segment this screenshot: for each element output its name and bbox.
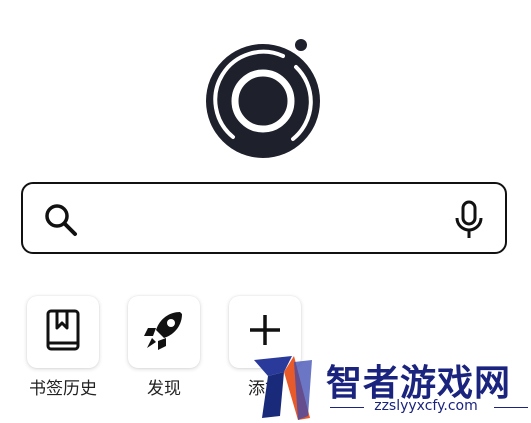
watermark-divider	[494, 407, 528, 408]
shortcut-label: 发现	[147, 379, 181, 399]
shortcut-tile[interactable]	[128, 296, 200, 368]
search-bar[interactable]	[21, 182, 507, 254]
watermark-url: zzslyyxcfy.com	[374, 398, 478, 414]
shortcut-tile[interactable]	[27, 296, 99, 368]
bookmark-icon	[45, 308, 81, 356]
search-input[interactable]	[89, 198, 453, 242]
watermark-logo-icon	[254, 356, 312, 420]
app-logo	[205, 38, 327, 160]
watermark: 智者游戏网 zzslyyxcfy.com	[250, 350, 531, 421]
microphone-icon[interactable]	[453, 200, 485, 240]
plus-icon	[248, 313, 282, 351]
search-icon[interactable]	[43, 202, 79, 238]
shortcut-bookmarks-history[interactable]: 书签历史	[13, 296, 113, 399]
shortcut-label: 书签历史	[29, 379, 97, 399]
shortcut-discover[interactable]: 发现	[114, 296, 214, 399]
rocket-icon	[142, 308, 186, 356]
